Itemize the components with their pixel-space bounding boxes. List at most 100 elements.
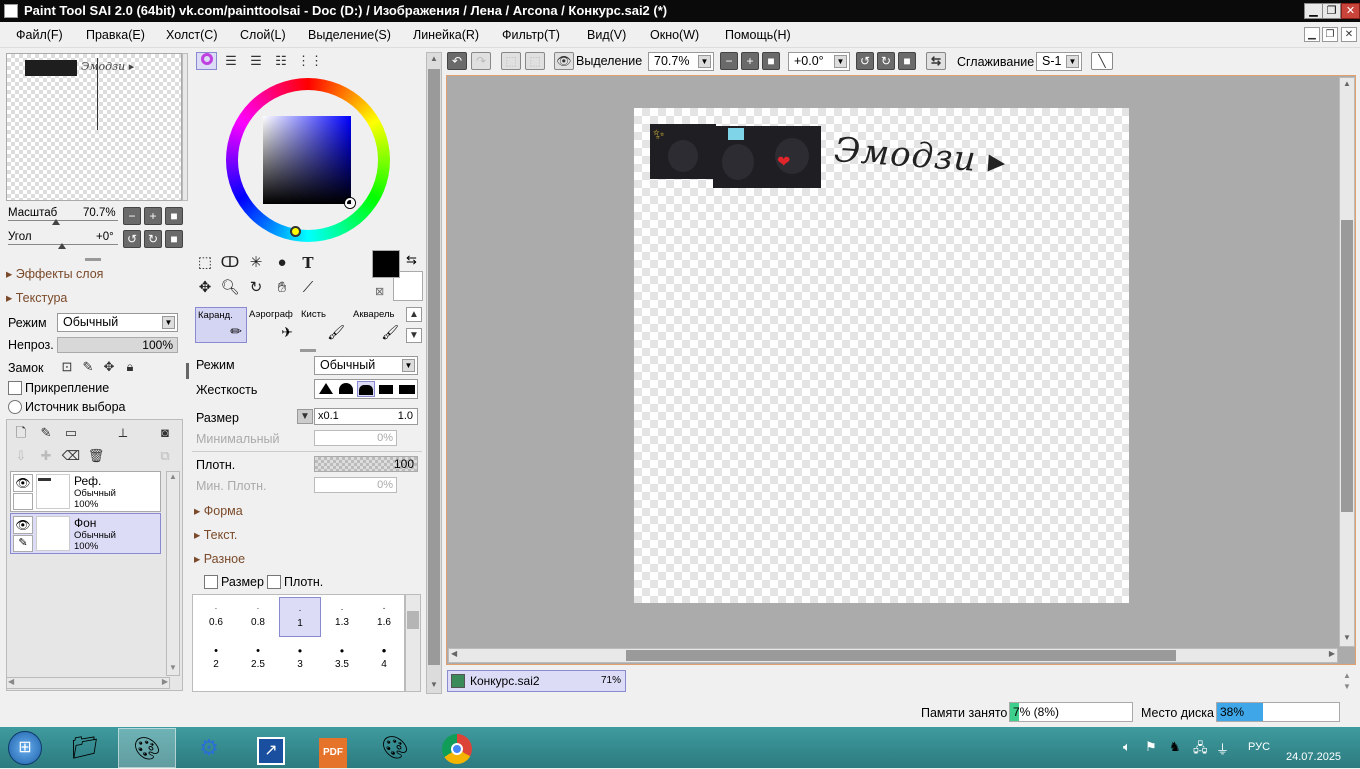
shape-tool-icon[interactable]: ●	[271, 252, 293, 274]
navigator-scrollbar[interactable]	[182, 53, 188, 201]
hand-tool-icon[interactable]: ✋︎	[271, 277, 293, 299]
scroll-up-icon[interactable]: ▲	[1341, 79, 1353, 91]
hardness-hard-icon[interactable]	[379, 385, 393, 394]
layer-state-icon[interactable]	[13, 493, 33, 510]
sv-picker-handle[interactable]	[345, 198, 355, 208]
maximize-button[interactable]: ❐	[1322, 3, 1341, 19]
shape-section[interactable]: ▸ Форма	[194, 503, 243, 518]
ruler-layer-icon[interactable]: ⟂	[113, 423, 133, 443]
palette-tab[interactable]: ⋮⋮	[297, 51, 323, 71]
size-mult-dropdown[interactable]: ▼	[297, 409, 313, 424]
min-density-field[interactable]: 0%	[314, 477, 397, 493]
layer-list-hscrollbar[interactable]: ◀ ▶	[6, 677, 170, 689]
brush-pencil[interactable]: Каранд. ✏︎	[195, 307, 247, 343]
brush-scroll-up-icon[interactable]: ▲	[406, 307, 422, 322]
size-preset[interactable]: • 3.5	[321, 639, 363, 679]
angle-slider[interactable]	[8, 243, 118, 249]
merge-down-icon[interactable]: ⇩	[11, 446, 31, 466]
brush-airbrush[interactable]: Аэрограф ✈	[247, 307, 299, 343]
tool-mode-dropdown[interactable]: Обычный ▼	[314, 356, 418, 375]
close-button[interactable]: ✕	[1341, 3, 1360, 19]
doc-minimize-button[interactable]: ▁	[1304, 27, 1320, 42]
layer-item[interactable]: 👁︎ ✎ Фон Обычный 100%	[10, 513, 161, 554]
language-indicator[interactable]: РУС	[1248, 741, 1270, 753]
menu-selection[interactable]: Выделение(S)	[308, 28, 391, 42]
zoom-out-button[interactable]: −	[123, 207, 141, 225]
canvas-vscroll-thumb[interactable]	[1341, 220, 1353, 512]
tool-panel-scroll-thumb[interactable]	[428, 69, 440, 665]
scroll-right-icon[interactable]: ▶	[162, 677, 168, 686]
panel-resize-handle[interactable]	[186, 363, 189, 379]
size-field[interactable]: x0.1 1.0	[314, 408, 418, 425]
hardness-selector[interactable]	[314, 379, 418, 399]
rotate-reset-button[interactable]: ■	[165, 230, 183, 248]
transparent-color-icon[interactable]: ⊠	[375, 285, 384, 298]
redo-button[interactable]: ↷	[471, 52, 491, 70]
scroll-down-icon[interactable]: ▼	[428, 680, 440, 692]
rotate-right-button[interactable]: ↻	[144, 230, 162, 248]
tool-panel-scrollbar[interactable]: ▲ ▼	[426, 52, 442, 694]
size-preset[interactable]: · 0.8	[237, 597, 279, 637]
scroll-left-icon[interactable]: ◀	[451, 649, 457, 658]
hardness-hardest-icon[interactable]	[399, 385, 415, 394]
canvas-hscroll-thumb[interactable]	[626, 650, 1176, 661]
navigator-preview[interactable]: Эмодзи ▸	[6, 53, 182, 201]
hsv-slider-tab[interactable]: ☰	[246, 51, 266, 71]
menu-ruler[interactable]: Линейка(R)	[413, 28, 479, 42]
rect-select-icon[interactable]: ⬚	[194, 252, 216, 274]
canvas-rotate-right-button[interactable]: ↻	[877, 52, 895, 70]
menu-window[interactable]: Окно(W)	[650, 28, 699, 42]
min-size-field[interactable]: 0%	[314, 430, 397, 446]
hardness-selected[interactable]	[357, 381, 375, 397]
clipping-checkbox[interactable]	[8, 381, 22, 395]
swatches-tab[interactable]: ☷	[271, 51, 291, 71]
layer-list-scrollbar[interactable]: ▲ ▼	[166, 471, 180, 676]
scroll-left-icon[interactable]: ◀	[8, 677, 14, 686]
texture-settings-section[interactable]: ▸ Текст.	[194, 527, 237, 542]
clock-date[interactable]: 24.07.2025	[1286, 751, 1341, 763]
size-preset[interactable]: · 1.3	[321, 597, 363, 637]
usb-tray-icon[interactable]: ⏚	[1216, 739, 1229, 758]
rotate-tool-icon[interactable]: ↻	[245, 277, 267, 299]
zoom-slider[interactable]	[8, 219, 118, 225]
scroll-down-icon[interactable]: ▼	[1341, 633, 1353, 645]
scroll-up-icon[interactable]: ▲	[428, 54, 440, 66]
zoom-tool-icon[interactable]: 🔍︎	[219, 277, 241, 299]
eyedropper-icon[interactable]: ⟋	[297, 277, 319, 299]
menu-view[interactable]: Вид(V)	[587, 28, 626, 42]
document-tab[interactable]: Конкурс.sai2 71%	[447, 670, 626, 692]
merge-visible-icon[interactable]: ✚	[36, 446, 56, 466]
density-slider[interactable]: 100	[314, 456, 418, 472]
tray-app-icon[interactable]: ♞	[1169, 739, 1181, 755]
hue-picker-handle[interactable]	[290, 226, 301, 237]
saturation-value-square[interactable]	[263, 116, 351, 204]
rotate-left-button[interactable]: ↺	[123, 230, 141, 248]
zoom-reset-button[interactable]: ■	[165, 207, 183, 225]
magic-wand-icon[interactable]: ✳	[245, 252, 267, 274]
texture-section[interactable]: ▸ Текстура	[6, 290, 67, 305]
canvas-hscrollbar[interactable]: ◀ ▶	[448, 648, 1338, 663]
trash-icon[interactable]: 🗑︎	[86, 446, 106, 466]
canvas-rotate-left-button[interactable]: ↺	[856, 52, 874, 70]
canvas-zoom-in-button[interactable]: +	[741, 52, 759, 70]
explorer-icon[interactable]: 📁︎	[56, 728, 114, 768]
flip-horizontal-button[interactable]: ⇆	[926, 52, 946, 70]
show-selection-icon[interactable]: 👁︎	[554, 52, 574, 70]
scroll-right-icon[interactable]: ▶	[1329, 649, 1335, 658]
pencil-icon[interactable]: ✎	[13, 535, 33, 552]
lock-transparency-icon[interactable]: ⊡	[57, 357, 77, 377]
presets-scroll-thumb[interactable]	[407, 611, 419, 629]
size-preset[interactable]: • 3	[279, 639, 321, 679]
lock-paint-icon[interactable]: ✎	[78, 357, 98, 377]
invert-selection-button[interactable]: ⬚	[525, 52, 545, 70]
brush-watercolor[interactable]: Акварель 🖌︎	[351, 307, 403, 343]
minimize-button[interactable]: ▁	[1304, 3, 1323, 19]
tab-scroll-icon[interactable]: ▲ ▼	[1343, 670, 1351, 692]
canvas-paper[interactable]: ✨︎ ❤︎ Эмодзи ▸	[634, 108, 1129, 603]
pdf-app-icon[interactable]: PDF	[304, 728, 362, 768]
new-folder-icon[interactable]: ▭	[61, 423, 81, 443]
size-pressure-checkbox[interactable]	[204, 575, 218, 589]
volume-icon[interactable]: 🔈︎	[1123, 739, 1131, 755]
scroll-down-icon[interactable]: ▼	[167, 663, 179, 675]
misc-section[interactable]: ▸ Разное	[194, 551, 245, 566]
